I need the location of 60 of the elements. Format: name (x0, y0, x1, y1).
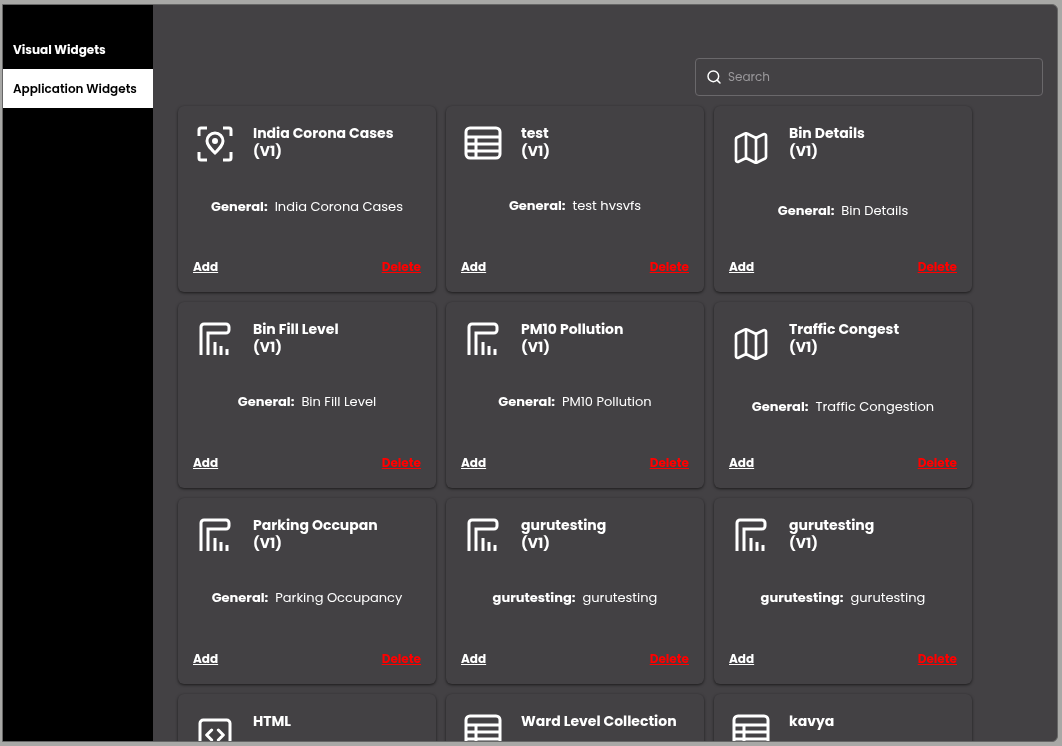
widget-version: (V1) (521, 142, 550, 160)
add-link[interactable]: Add (193, 650, 219, 668)
widget-version: (V1) (253, 338, 283, 356)
table-icon (464, 126, 502, 160)
widget-title: Ward Level Collection (521, 712, 677, 730)
field-value: Bin Details (841, 201, 909, 221)
add-link[interactable]: Add (729, 650, 755, 668)
widget-title: gurutesting (789, 516, 875, 534)
field-value: India Corona Cases (274, 197, 403, 217)
field-value: gurutesting (850, 588, 926, 608)
add-link[interactable]: Add (193, 258, 219, 276)
widget-version: (V1) (253, 142, 283, 160)
add-link[interactable]: Add (729, 258, 755, 276)
add-link[interactable]: Add (461, 650, 487, 668)
add-link[interactable]: Add (461, 258, 487, 276)
table-icon (732, 714, 770, 741)
field-label: General: (211, 197, 268, 217)
field-label: General: (751, 397, 809, 417)
sidebar-tab[interactable]: Application Widgets (3, 69, 153, 108)
bar-chart-icon (466, 322, 500, 356)
field-label: General: (498, 392, 555, 412)
field-value: gurutesting (582, 588, 658, 608)
widget-version: (V1) (789, 338, 819, 356)
bar-chart-icon (734, 518, 768, 552)
field-label: General: (211, 588, 269, 608)
field-label: General: (508, 196, 566, 216)
widget-title: HTML (253, 712, 292, 730)
field-value: Bin Fill Level (301, 392, 377, 412)
field-label: gurutesting: (760, 588, 844, 608)
field-label: General: (237, 392, 295, 412)
widget-title: Bin Fill Level (253, 320, 339, 338)
search-field[interactable]: Search (695, 58, 1043, 96)
field-value: Parking Occupancy (275, 588, 403, 608)
add-link[interactable]: Add (729, 454, 755, 472)
add-link[interactable]: Add (461, 454, 487, 472)
bar-chart-icon (466, 518, 500, 552)
field-label: gurutesting: (492, 588, 576, 608)
widget-version: (V1) (521, 534, 550, 552)
widget-version: (V1) (253, 534, 282, 552)
widget-title: Bin Details (789, 124, 865, 142)
widget-title: test (521, 124, 550, 142)
widget-title: kavya (789, 712, 835, 730)
table-icon (464, 714, 502, 741)
widget-version: (V1) (521, 338, 551, 356)
bar-chart-icon (198, 518, 232, 552)
field-value: Traffic Congestion (815, 397, 935, 417)
widget-title: India Corona Cases (253, 124, 394, 142)
widget-title: PM10 Pollution (521, 320, 624, 338)
add-link[interactable]: Add (193, 454, 219, 472)
location-pin-icon (197, 126, 233, 162)
widget-title: Traffic Congest (789, 320, 900, 338)
widget-version: (V1) (789, 142, 819, 160)
widget-title: Parking Occupan (253, 516, 378, 534)
field-value: test hvsvfs (572, 196, 642, 216)
bar-chart-icon (198, 322, 232, 356)
field-value: PM10 Pollution (561, 392, 652, 412)
widget-title: gurutesting (521, 516, 607, 534)
field-label: General: (777, 201, 835, 221)
widget-version: (V1) (789, 534, 818, 552)
search-icon (706, 69, 722, 85)
